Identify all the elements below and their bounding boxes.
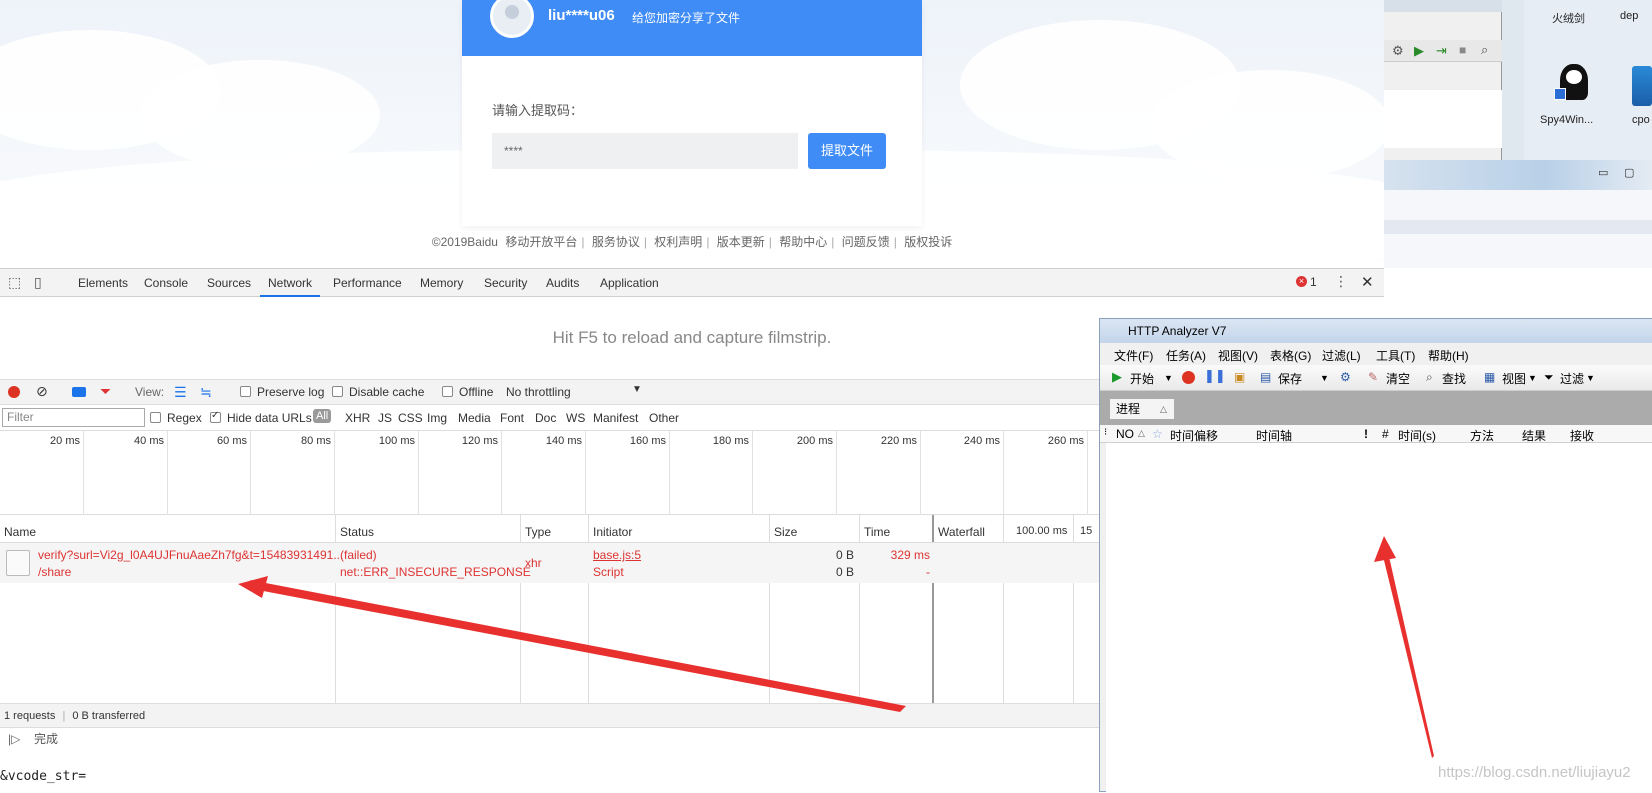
arrowhead-icon xyxy=(238,576,268,598)
annotation-arrow-right xyxy=(1382,552,1434,758)
annotation-arrows xyxy=(238,536,1434,758)
watermark: https://blog.csdn.net/liujiayu2 xyxy=(1438,764,1631,781)
arrowhead-icon xyxy=(1374,536,1396,562)
annotation-arrow-left xyxy=(250,580,906,712)
